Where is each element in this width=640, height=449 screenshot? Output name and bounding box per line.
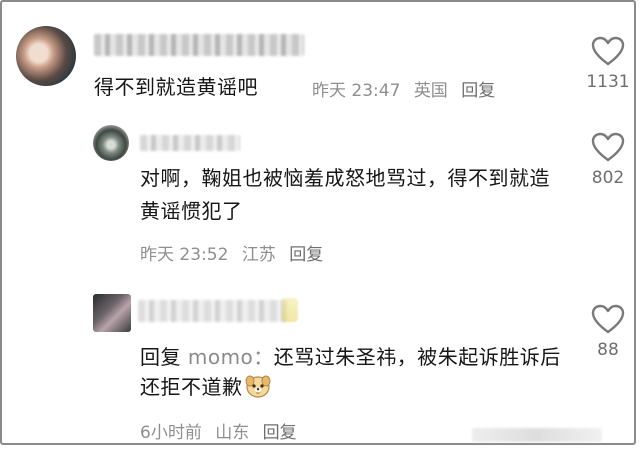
username-blurred[interactable] xyxy=(94,34,304,56)
like-button[interactable]: 1131 xyxy=(580,36,636,92)
comment-time: 6小时前 xyxy=(140,423,202,443)
reply-button[interactable]: 回复 xyxy=(289,245,323,265)
username-blurred[interactable] xyxy=(140,135,240,151)
avatar[interactable] xyxy=(16,26,76,86)
comment-location: 英国 xyxy=(413,81,448,101)
comment-meta: 昨天 23:47 英国 回复 xyxy=(312,76,503,101)
comment-time: 昨天 23:52 xyxy=(140,245,229,265)
comment-meta: 昨天 23:52 江苏 回复 xyxy=(140,240,331,265)
user-badge-icon xyxy=(282,298,298,322)
username-blurred[interactable] xyxy=(138,300,288,322)
like-count: 802 xyxy=(591,168,625,188)
comment-panel: 得不到就造黄谣吧 昨天 23:47 英国 回复 1131 对啊，鞠姐也被恼羞成怒… xyxy=(0,0,636,445)
like-count: 1131 xyxy=(586,72,630,92)
like-count: 88 xyxy=(597,340,619,360)
comment-location: 山东 xyxy=(215,423,250,443)
dog-face-emoji-icon xyxy=(245,375,270,398)
comment-text: 对啊，鞠姐也被恼羞成怒地骂过，得不到就造黄谣惯犯了 xyxy=(140,166,550,223)
like-button[interactable]: 802 xyxy=(580,132,636,188)
mention-username[interactable]: momo： xyxy=(188,345,274,369)
heart-outline-icon xyxy=(591,304,625,334)
comment-text: 得不到就造黄谣吧 xyxy=(94,75,258,99)
avatar[interactable] xyxy=(93,125,129,161)
comment-time: 昨天 23:47 xyxy=(312,81,401,101)
avatar[interactable] xyxy=(93,294,131,332)
comment-meta: 6小时前 山东 回复 xyxy=(140,418,305,443)
heart-outline-icon xyxy=(591,132,625,162)
watermark xyxy=(472,428,602,442)
reply-button[interactable]: 回复 xyxy=(461,81,495,101)
comment-text: 回复 momo：还骂过朱圣祎，被朱起诉胜诉后还拒不道歉 xyxy=(140,342,570,402)
comment-location: 江苏 xyxy=(241,245,276,265)
like-button[interactable]: 88 xyxy=(580,304,636,360)
reply-button[interactable]: 回复 xyxy=(263,423,297,443)
heart-outline-icon xyxy=(591,36,625,66)
reply-prefix: 回复 xyxy=(140,345,181,369)
